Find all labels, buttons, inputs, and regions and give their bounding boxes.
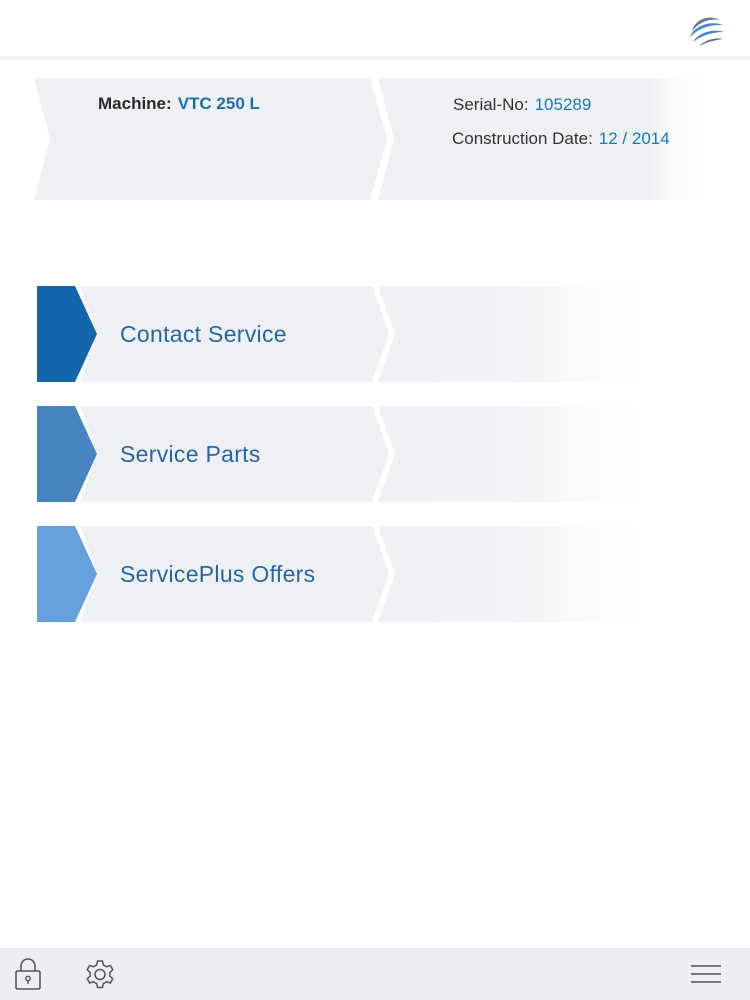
serial-value: 105289 [534, 95, 592, 114]
menu-item-label: ServicePlus Offers [120, 561, 316, 587]
menu-item-label: Contact Service [120, 321, 287, 347]
gear-icon [86, 960, 114, 989]
lock-button[interactable] [10, 948, 46, 1000]
construction-date-field: Construction Date: 12 / 2014 [452, 129, 670, 149]
menu-item-label: Service Parts [120, 441, 261, 467]
app-header [0, 0, 750, 60]
serial-label: Serial-No: [453, 95, 529, 114]
menu-item-service-parts[interactable]: Service Parts [0, 406, 750, 502]
serial-number-field: Serial-No: 105289 [453, 95, 591, 115]
machine-label: Machine: [98, 94, 172, 113]
menu-item-background [37, 286, 650, 382]
lock-icon [15, 958, 41, 990]
menu-item-contact-service[interactable]: Contact Service [0, 286, 750, 382]
globe-swoosh-logo-icon [690, 17, 724, 46]
machine-name-field: Machine: VTC 250 L [98, 94, 260, 114]
machine-value: VTC 250 L [177, 94, 260, 113]
machine-info-banner: Machine: VTC 250 L Serial-No: 105289 Const… [0, 78, 750, 200]
menu-item-background [37, 526, 650, 622]
settings-button[interactable] [80, 948, 120, 1000]
menu-item-background [37, 406, 650, 502]
menu-item-serviceplus-offers[interactable]: ServicePlus Offers [0, 526, 750, 622]
bottom-toolbar [0, 948, 750, 1000]
hamburger-menu-icon [691, 965, 721, 983]
construction-date-label: Construction Date: [452, 129, 593, 148]
main-menu-button[interactable] [686, 948, 726, 1000]
app-root: Machine: VTC 250 L Serial-No: 105289 Const… [0, 0, 750, 1000]
construction-date-value: 12 / 2014 [598, 129, 670, 148]
